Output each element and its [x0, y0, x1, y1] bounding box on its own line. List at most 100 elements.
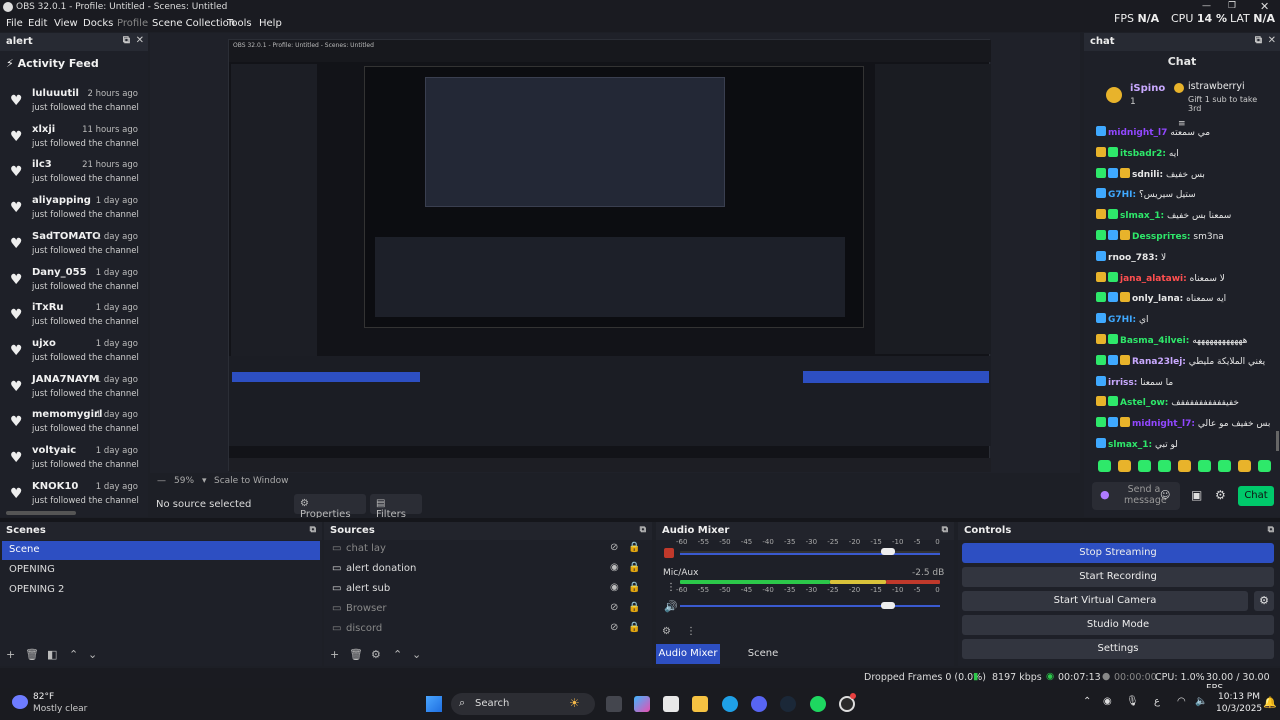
zoom-dropdown-icon[interactable]: ▾: [202, 476, 207, 486]
eye-slash-icon[interactable]: ⊘: [610, 542, 618, 553]
obs-tray-icon[interactable]: ◉: [1103, 696, 1112, 707]
clock-date[interactable]: 10/3/2025: [1216, 704, 1262, 714]
emote-icon[interactable]: [1138, 460, 1151, 472]
lock-icon[interactable]: 🔒: [628, 582, 640, 593]
undock-icon[interactable]: ⧉: [123, 35, 130, 46]
chat-username[interactable]: midnight_l7: [1108, 128, 1167, 138]
chat-username[interactable]: slmax_1:: [1108, 440, 1152, 450]
mic-volume-handle[interactable]: [881, 602, 895, 609]
chat-username[interactable]: itsbadr2:: [1120, 149, 1166, 159]
chat-username[interactable]: Rana23lej:: [1132, 357, 1186, 367]
eye-slash-icon[interactable]: ⊘: [610, 602, 618, 613]
add-icon[interactable]: +: [330, 648, 339, 661]
move-up-icon[interactable]: ⌃: [69, 648, 78, 661]
discord-icon[interactable]: [751, 696, 767, 712]
start-recording-button[interactable]: Start Recording: [962, 567, 1274, 587]
gift-icon[interactable]: ▣: [1191, 488, 1202, 502]
chat-username[interactable]: Astel_ow:: [1120, 398, 1168, 408]
lock-icon[interactable]: 🔒: [628, 622, 640, 633]
emote-icon[interactable]: [1158, 460, 1171, 472]
scene-item[interactable]: OPENING: [2, 561, 320, 580]
add-icon[interactable]: +: [6, 648, 15, 661]
menu-help[interactable]: Help: [259, 18, 282, 29]
undock-icon[interactable]: ⧉: [310, 525, 316, 535]
chat-username[interactable]: G7HI:: [1108, 315, 1136, 325]
steam-icon[interactable]: [780, 696, 796, 712]
undock-icon[interactable]: ⧉: [1268, 525, 1274, 535]
close-icon[interactable]: ✕: [136, 35, 144, 46]
gear-icon[interactable]: ⚙: [371, 648, 381, 661]
menu-edit[interactable]: Edit: [28, 18, 47, 29]
preview-area[interactable]: OBS 32.0.1 - Profile: Untitled - Scenes:…: [150, 33, 1080, 473]
clock-time[interactable]: 10:13 PM: [1218, 692, 1260, 702]
menu-tools[interactable]: Tools: [227, 18, 252, 29]
lock-icon[interactable]: 🔒: [628, 562, 640, 573]
emote-icon[interactable]: [1118, 460, 1131, 472]
preview-canvas[interactable]: OBS 32.0.1 - Profile: Untitled - Scenes:…: [228, 39, 991, 472]
copilot-icon[interactable]: [634, 696, 650, 712]
mic-tray-icon[interactable]: 🎙: [1126, 696, 1139, 707]
properties-button[interactable]: ⚙ Properties: [294, 494, 366, 520]
scene-item[interactable]: Scene: [2, 541, 320, 560]
menu-docks[interactable]: Docks: [83, 18, 113, 29]
source-item[interactable]: ▭ chat lay ⊘ 🔒: [326, 539, 646, 559]
kebab-menu-icon[interactable]: ⋮: [686, 626, 696, 637]
tab-scene-transitions[interactable]: Scene Transitions: [722, 644, 804, 679]
emote-icon[interactable]: [1258, 460, 1271, 472]
desktop-volume-slider[interactable]: [680, 553, 940, 555]
kebab-menu-icon[interactable]: ⋮: [666, 582, 676, 593]
source-item[interactable]: ▭ alert sub ◉ 🔒: [326, 579, 646, 599]
start-virtual-camera-button[interactable]: Start Virtual Camera: [962, 591, 1248, 611]
scale-mode[interactable]: Scale to Window: [214, 476, 288, 486]
scene-item[interactable]: OPENING 2: [2, 581, 320, 600]
language-indicator[interactable]: ع: [1154, 696, 1160, 707]
lock-icon[interactable]: 🔒: [628, 542, 640, 553]
lock-icon[interactable]: 🔒: [628, 602, 640, 613]
close-icon[interactable]: ✕: [1268, 35, 1276, 46]
feed-scrollbar[interactable]: [6, 511, 76, 515]
desktop-volume-handle[interactable]: [881, 548, 895, 555]
volume-icon[interactable]: 🔈: [1195, 696, 1207, 707]
stop-streaming-button[interactable]: Stop Streaming: [962, 543, 1274, 563]
zoom-level[interactable]: 59%: [174, 476, 194, 486]
filters-button[interactable]: ▤ Filters: [370, 494, 422, 520]
move-down-icon[interactable]: ⌄: [412, 648, 421, 661]
wifi-icon[interactable]: ◠: [1177, 696, 1186, 707]
notification-bell-icon[interactable]: 🔔: [1263, 696, 1277, 709]
chat-username[interactable]: Basma_4ilvei:: [1120, 336, 1189, 346]
chat-input[interactable]: ● Send a message ☺: [1092, 482, 1180, 510]
filter-icon[interactable]: ◧: [47, 648, 57, 661]
gear-icon[interactable]: ⚙: [1215, 488, 1226, 502]
menu-file[interactable]: File: [6, 18, 23, 29]
trash-icon[interactable]: 🗑: [349, 648, 363, 661]
chat-send-button[interactable]: Chat: [1238, 486, 1274, 506]
undock-icon[interactable]: ⧉: [942, 525, 948, 535]
undock-icon[interactable]: ⧉: [640, 525, 646, 535]
edge-icon[interactable]: [722, 696, 738, 712]
chat-username[interactable]: midnight_l7:: [1132, 419, 1195, 429]
zoom-collapse-icon[interactable]: —: [157, 476, 166, 486]
eye-slash-icon[interactable]: ⊘: [610, 622, 618, 633]
chat-username[interactable]: jana_alatawi:: [1120, 274, 1187, 284]
menu-profile[interactable]: Profile: [117, 18, 148, 29]
chat-username[interactable]: rnoo_783:: [1108, 253, 1158, 263]
move-up-icon[interactable]: ⌃: [393, 648, 402, 661]
taskbar-search[interactable]: ⌕ Search ☀: [451, 693, 595, 715]
emote-icon[interactable]: [1098, 460, 1111, 472]
source-item[interactable]: ▭ alert donation ◉ 🔒: [326, 559, 646, 579]
chat-username[interactable]: slmax_1:: [1120, 211, 1164, 221]
studio-mode-button[interactable]: Studio Mode: [962, 615, 1274, 635]
emote-icon[interactable]: [1178, 460, 1191, 472]
trash-icon[interactable]: 🗑: [25, 648, 39, 661]
mic-icon[interactable]: ●: [1100, 488, 1110, 501]
minimize-icon[interactable]: —: [1202, 1, 1211, 11]
emote-icon[interactable]: [1198, 460, 1211, 472]
mute-indicator-icon[interactable]: [664, 548, 674, 558]
gear-icon[interactable]: ⚙: [1254, 591, 1274, 611]
chat-scrollbar[interactable]: [1276, 431, 1279, 451]
settings-button[interactable]: Settings: [962, 639, 1274, 659]
chevron-up-icon[interactable]: ⌃: [1083, 696, 1091, 707]
source-item[interactable]: ▭ discord ⊘ 🔒: [326, 619, 646, 639]
emoji-icon[interactable]: ☺: [1160, 490, 1170, 501]
maximize-icon[interactable]: ❐: [1228, 1, 1236, 11]
